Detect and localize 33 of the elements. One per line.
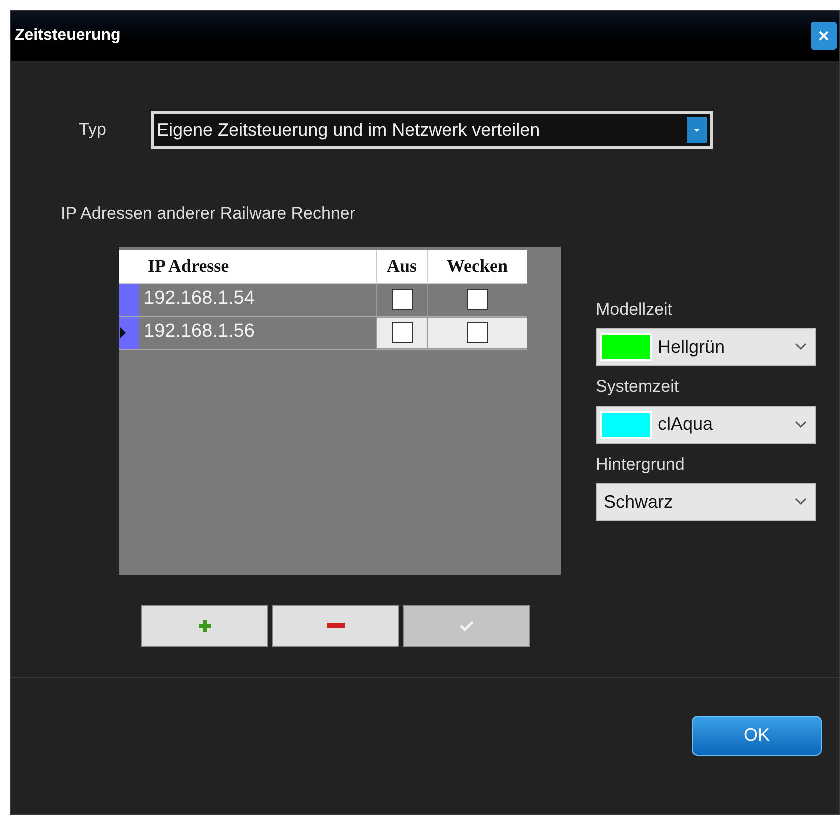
- color-dropdown[interactable]: clAqua: [596, 406, 816, 444]
- minus-icon: [326, 623, 344, 628]
- section-label: IP Adressen anderer Railware Rechner: [61, 203, 357, 225]
- field-label: Hintergrund: [596, 454, 686, 476]
- row-pointer-icon: [119, 326, 127, 340]
- field-label: Systemzeit: [596, 376, 680, 398]
- checkbox[interactable]: [467, 289, 488, 310]
- color-dropdown[interactable]: Hellgrün: [596, 328, 816, 366]
- column-header[interactable]: Aus: [376, 250, 427, 282]
- close-button[interactable]: [811, 22, 837, 50]
- chevron-down-icon: [795, 343, 807, 351]
- remove-button[interactable]: [272, 604, 399, 646]
- plus-icon: [196, 618, 212, 634]
- checkbox[interactable]: [392, 289, 412, 310]
- dropdown-value: Schwarz: [604, 490, 674, 514]
- type-label: Typ: [79, 119, 108, 142]
- row-indicator[interactable]: [119, 316, 139, 348]
- column-header[interactable]: IP Adresse: [142, 250, 376, 282]
- dropdown-value: Hellgrün: [658, 336, 726, 359]
- checkbox[interactable]: [467, 322, 488, 343]
- type-dropdown[interactable]: Eigene Zeitsteuerung und im Netzwerk verteilen: [151, 111, 713, 149]
- add-button[interactable]: [141, 604, 268, 646]
- check-icon: [458, 620, 474, 632]
- ok-button[interactable]: OK: [692, 716, 822, 756]
- close-icon: [818, 30, 830, 42]
- chevron-down-icon: [795, 420, 807, 428]
- column-header[interactable]: Wecken: [427, 250, 527, 282]
- field-label: Modellzeit: [596, 298, 674, 320]
- chevron-down-icon: [795, 498, 807, 506]
- color-dropdown[interactable]: Schwarz: [596, 483, 816, 521]
- checkbox[interactable]: [392, 322, 412, 343]
- dropdown-value: clAqua: [658, 413, 714, 436]
- window-title: Zeitsteuerung: [15, 26, 121, 46]
